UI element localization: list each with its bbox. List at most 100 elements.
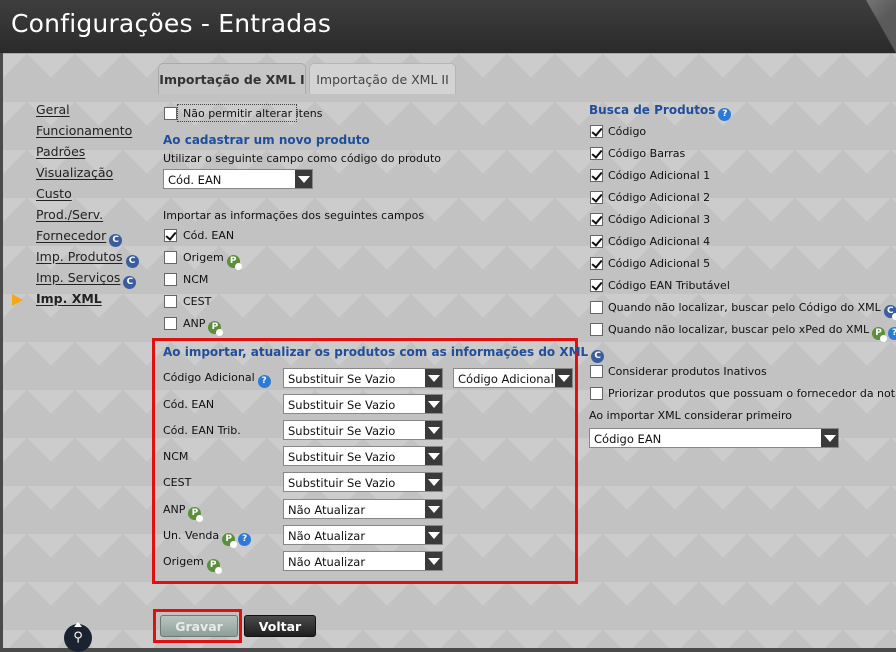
busca-adicional-3-checkbox[interactable] — [590, 213, 603, 226]
considerar-inativos-checkbox[interactable] — [590, 365, 603, 378]
row-cod-ean-label: Cód. EAN — [163, 398, 215, 411]
considerar-primeiro-select[interactable]: Código EAN — [589, 428, 839, 448]
tab-importacao-xml-1[interactable]: Importação de XML I — [158, 63, 306, 94]
busca-heading: Busca de Produtos? — [589, 103, 732, 121]
nav-item-fornecedor[interactable]: Fornecedor C — [36, 228, 123, 247]
busca-adicional-1-label: Código Adicional 1 — [608, 169, 711, 182]
p-badge-icon: P — [222, 533, 238, 548]
busca-adicional-3-label: Código Adicional 3 — [608, 213, 711, 226]
p-badge-icon: P — [206, 559, 222, 574]
row-cod-ean-trib-label: Cód. EAN Trib. — [163, 424, 241, 437]
busca-codigo-label: Código — [608, 125, 647, 138]
busca-codigo-barras-label: Código Barras — [608, 147, 686, 160]
nav-item-padroes[interactable]: Padrões — [36, 144, 85, 159]
busca-adicional-5-label: Código Adicional 5 — [608, 257, 711, 270]
chevron-down-icon — [295, 170, 312, 188]
nav-item-visualizacao[interactable]: Visualização — [36, 165, 113, 180]
codigo-adicional-select[interactable]: Substituir Se Vazio — [283, 368, 443, 388]
origem-select[interactable]: Não Atualizar — [283, 551, 443, 571]
busca-adicional-4-checkbox[interactable] — [590, 235, 603, 248]
tab-importacao-xml-2[interactable]: Importação de XML II — [309, 63, 456, 94]
import-ncm-label: NCM — [183, 273, 209, 286]
import-anp-checkbox[interactable] — [164, 317, 177, 330]
row-un-venda-label: Un. Venda P? — [163, 529, 252, 548]
help-icon[interactable]: ? — [257, 375, 271, 388]
import-origem-label: Origem P — [183, 251, 242, 270]
row-anp-label: ANP P — [163, 503, 204, 522]
busca-codigo-xml-label: Quando não localizar, buscar pelo Código… — [608, 301, 896, 320]
busca-ean-tributavel-checkbox[interactable] — [590, 279, 603, 292]
c-badge-icon: C — [591, 350, 605, 363]
title-corner-decoration — [866, 0, 896, 53]
nav-item-imp-servicos[interactable]: Imp. Serviços C — [36, 270, 137, 289]
chevron-down-icon — [425, 526, 442, 544]
help-icon[interactable]: ? — [888, 327, 896, 340]
chevron-down-icon — [555, 369, 572, 387]
import-cod-ean-label: Cód. EAN — [183, 229, 235, 242]
row-ncm-label: NCM — [163, 450, 189, 463]
busca-codigo-checkbox[interactable] — [590, 125, 603, 138]
busca-xped-xml-checkbox[interactable] — [590, 323, 603, 336]
cod-ean-trib-select[interactable]: Substituir Se Vazio — [283, 420, 443, 440]
p-badge-icon: P — [872, 327, 888, 342]
nao-permitir-checkbox[interactable] — [164, 107, 177, 120]
gravar-button[interactable]: Gravar — [160, 615, 238, 637]
help-icon[interactable]: ? — [238, 533, 252, 546]
window-title: Configurações - Entradas — [11, 9, 332, 38]
import-anp-label: ANP P — [183, 317, 224, 336]
busca-xped-xml-label: Quando não localizar, buscar pelo xPed d… — [608, 323, 896, 342]
chevron-down-icon — [425, 395, 442, 413]
row-origem-label: Origem P — [163, 555, 222, 574]
p-badge-icon: P — [188, 507, 204, 522]
busca-adicional-5-checkbox[interactable] — [590, 257, 603, 270]
nav-item-funcionamento[interactable]: Funcionamento — [36, 123, 132, 138]
chevron-down-icon — [425, 369, 442, 387]
zoom-search-icon[interactable]: ⚲ — [64, 622, 92, 652]
busca-adicional-4-label: Código Adicional 4 — [608, 235, 711, 248]
busca-adicional-2-checkbox[interactable] — [590, 191, 603, 204]
ncm-select[interactable]: Substituir Se Vazio — [283, 446, 443, 466]
row-codigo-adicional-label: Código Adicional? — [163, 371, 271, 388]
priorizar-fornecedor-checkbox[interactable] — [590, 387, 603, 400]
c-star-badge-icon: C — [883, 305, 896, 320]
un-venda-select[interactable]: Não Atualizar — [283, 525, 443, 545]
considerar-inativos-label: Considerar produtos Inativos — [608, 365, 767, 378]
update-section-heading: Ao importar, atualizar os produtos com a… — [163, 345, 605, 363]
codigo-adicional-which-select[interactable]: Código Adicional 5 — [453, 368, 573, 388]
active-nav-arrow-icon — [12, 294, 23, 306]
busca-adicional-1-checkbox[interactable] — [590, 169, 603, 182]
busca-ean-tributavel-label: Código EAN Tributável — [608, 279, 730, 292]
nav-item-imp-xml[interactable]: Imp. XML — [36, 291, 102, 306]
busca-codigo-xml-checkbox[interactable] — [590, 301, 603, 314]
import-origem-checkbox[interactable] — [164, 251, 177, 264]
nav-item-prod-serv[interactable]: Prod./Serv. — [36, 207, 103, 222]
importar-info-label: Importar as informações dos seguintes ca… — [163, 209, 425, 222]
row-cest-label: CEST — [163, 476, 192, 489]
priorizar-fornecedor-label: Priorizar produtos que possuam o fornece… — [608, 387, 896, 400]
p-badge-icon: P — [208, 321, 224, 336]
nav-item-geral[interactable]: Geral — [36, 102, 70, 117]
import-cod-ean-checkbox[interactable] — [164, 229, 177, 242]
voltar-button[interactable]: Voltar — [244, 615, 316, 637]
campo-codigo-select[interactable]: Cód. EAN — [163, 169, 313, 189]
ao-cadastrar-heading: Ao cadastrar um novo produto — [163, 133, 370, 147]
anp-select[interactable]: Não Atualizar — [283, 499, 443, 519]
import-cest-checkbox[interactable] — [164, 295, 177, 308]
campo-codigo-label: Utilizar o seguinte campo como código do… — [163, 152, 442, 165]
import-cest-label: CEST — [183, 295, 212, 308]
considerar-primeiro-label: Ao importar XML considerar primeiro — [589, 409, 792, 422]
chevron-down-icon — [425, 421, 442, 439]
help-icon[interactable]: ? — [718, 108, 732, 121]
p-badge-icon: P — [226, 255, 242, 270]
cod-ean-select[interactable]: Substituir Se Vazio — [283, 394, 443, 414]
nav-item-custo[interactable]: Custo — [36, 186, 72, 201]
nav-item-imp-produtos[interactable]: Imp. Produtos C — [36, 249, 139, 268]
chevron-down-icon — [425, 500, 442, 518]
nao-permitir-label: Não permitir alterar itens — [183, 107, 323, 120]
busca-codigo-barras-checkbox[interactable] — [590, 147, 603, 160]
chevron-down-icon — [821, 429, 838, 447]
import-ncm-checkbox[interactable] — [164, 273, 177, 286]
title-bar: Configurações - Entradas — [0, 0, 896, 53]
cest-select[interactable]: Substituir Se Vazio — [283, 472, 443, 492]
chevron-down-icon — [425, 447, 442, 465]
